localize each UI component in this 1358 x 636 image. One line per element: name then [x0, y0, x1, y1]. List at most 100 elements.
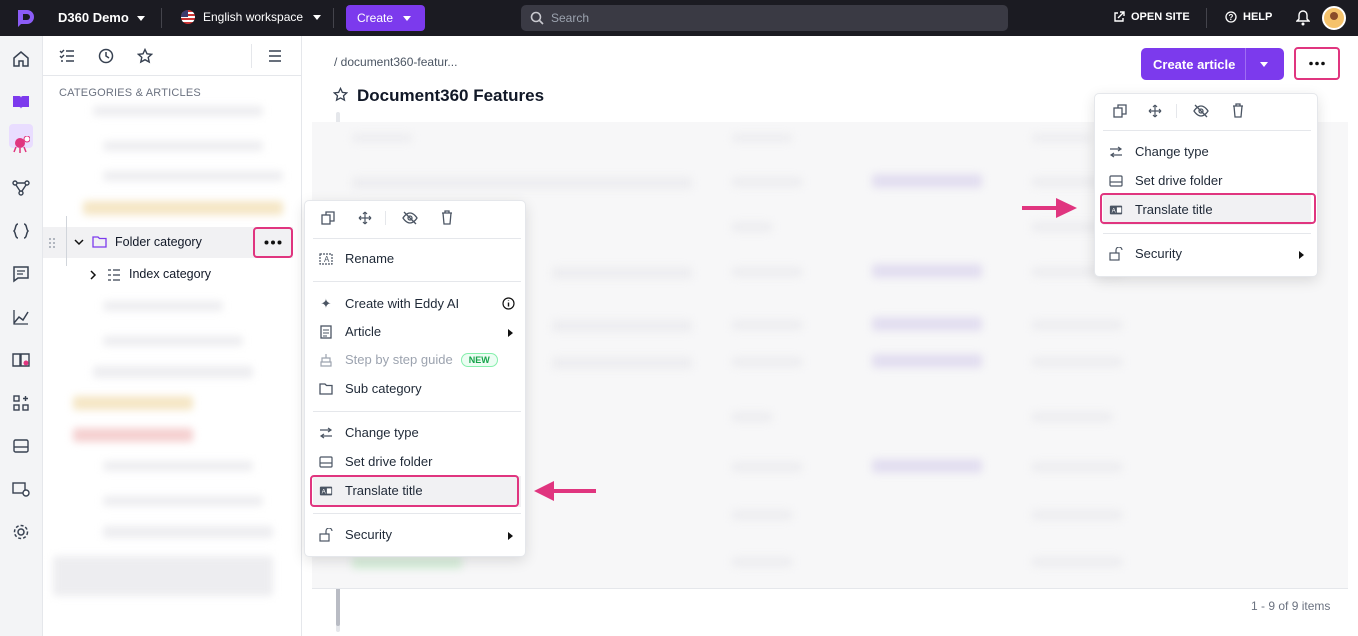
blurred-item [732, 267, 802, 277]
blurred-item [872, 459, 982, 473]
tree-toolbar [43, 36, 302, 76]
analytics-icon[interactable] [12, 308, 30, 326]
table-footer [312, 588, 1348, 624]
menu-item-change-type[interactable]: Change type [319, 425, 419, 440]
workflow-icon[interactable] [12, 179, 30, 197]
gear-icon[interactable] [12, 523, 30, 541]
menu-label: Change type [345, 425, 419, 440]
menu-label: Set drive folder [345, 454, 433, 469]
checklist-icon[interactable] [59, 48, 75, 64]
submenu-arrow-icon [1299, 251, 1304, 259]
tree-item-folder-category[interactable]: Folder category [115, 235, 202, 249]
duplicate-icon[interactable] [321, 211, 335, 225]
blurred-item [93, 366, 253, 378]
page-title: Document360 Features [357, 86, 545, 105]
new-badge: NEW [460, 352, 498, 367]
divider [313, 411, 521, 412]
menu-item-rename[interactable]: A Rename [319, 251, 394, 266]
blurred-item [352, 177, 692, 189]
menu-item-security[interactable]: Security [319, 527, 392, 542]
tree-item-index-category[interactable]: Index category [129, 267, 211, 281]
arrow-annotation [1022, 206, 1058, 210]
code-braces-icon[interactable] [12, 222, 30, 240]
workspace-switcher[interactable]: English workspace [181, 10, 322, 24]
create-article-button[interactable]: Create article [1141, 48, 1284, 80]
divider [313, 238, 521, 239]
hamburger-menu-icon[interactable] [268, 49, 282, 63]
blurred-item [732, 177, 802, 187]
blurred-item [103, 171, 283, 181]
duplicate-icon[interactable] [1113, 104, 1127, 118]
drive-icon[interactable] [12, 437, 30, 455]
swap-icon [1109, 145, 1123, 159]
book-icon[interactable] [12, 93, 30, 111]
trash-icon[interactable] [1232, 103, 1244, 118]
blurred-item [552, 320, 692, 332]
chevron-down-icon[interactable] [1260, 62, 1268, 67]
guide-icon [319, 353, 333, 367]
menu-label: Article [345, 324, 382, 339]
move-icon[interactable] [1148, 104, 1162, 118]
pagination-info: 1 - 9 of 9 items [1251, 599, 1331, 613]
eddy-ai-icon[interactable] [12, 136, 30, 154]
menu-item-security[interactable]: Security [1109, 246, 1182, 261]
article-icon [319, 324, 333, 339]
home-icon[interactable] [12, 50, 30, 68]
highlight-box [1100, 193, 1316, 224]
blurred-item [103, 336, 243, 346]
blurred-item [1032, 462, 1122, 472]
clock-icon[interactable] [98, 48, 114, 64]
svg-text:A: A [324, 255, 330, 264]
portal-settings-icon[interactable] [12, 480, 30, 498]
info-icon[interactable] [502, 297, 515, 310]
create-button[interactable]: Create [346, 5, 425, 31]
blurred-item [732, 222, 772, 232]
more-options-icon[interactable] [264, 240, 282, 245]
divider [313, 513, 521, 514]
star-icon[interactable] [333, 87, 348, 102]
menu-item-set-drive-folder[interactable]: Set drive folder [1109, 173, 1222, 188]
breadcrumb[interactable]: / document360-featur... [334, 55, 457, 69]
menu-item-step-by-step-guide[interactable]: Step by step guide NEW [319, 352, 498, 367]
eye-off-icon[interactable] [1193, 104, 1209, 118]
category-tree-panel: CATEGORIES & ARTICLES Folder category In… [43, 36, 340, 636]
create-label: Create [357, 11, 394, 25]
divider [333, 8, 334, 28]
avatar[interactable] [1322, 6, 1346, 30]
menu-item-change-type[interactable]: Change type [1109, 144, 1209, 159]
blurred-item [1032, 134, 1092, 142]
apps-icon[interactable] [12, 394, 30, 412]
blurred-item [103, 141, 263, 151]
blurred-item [872, 174, 982, 188]
blurred-item [93, 106, 263, 116]
left-nav [0, 36, 43, 636]
project-switcher[interactable]: D360 Demo [58, 10, 145, 25]
chevron-down-icon[interactable] [74, 237, 84, 247]
eye-off-icon[interactable] [402, 211, 418, 225]
arrow-annotation [552, 489, 596, 493]
search-input[interactable]: Search [521, 5, 1008, 31]
menu-item-set-drive-folder[interactable]: Set drive folder [319, 454, 432, 469]
menu-item-article[interactable]: Article [319, 324, 381, 339]
blurred-item [732, 557, 792, 567]
chevron-right-icon[interactable] [89, 270, 97, 280]
drag-handle-icon[interactable] [48, 237, 56, 249]
feedback-icon[interactable] [12, 265, 30, 283]
bell-icon[interactable] [1296, 10, 1310, 26]
menu-item-create-with-eddy-ai[interactable]: ✦ Create with Eddy AI [319, 296, 515, 311]
trash-icon[interactable] [441, 210, 453, 225]
document360-logo-icon[interactable] [14, 7, 36, 29]
blurred-item [1032, 320, 1122, 330]
blurred-item [1032, 357, 1122, 367]
menu-item-sub-category[interactable]: Sub category [319, 381, 422, 396]
more-options-icon[interactable] [1309, 61, 1325, 66]
knowledge-base-icon[interactable] [12, 351, 30, 369]
open-site-link[interactable]: OPEN SITE [1113, 11, 1190, 23]
blurred-item [1032, 412, 1112, 422]
help-link[interactable]: ? HELP [1225, 11, 1272, 23]
chevron-down-icon [136, 16, 145, 22]
star-icon[interactable] [137, 48, 153, 64]
arrow-head [1056, 198, 1077, 218]
sparkle-icon: ✦ [320, 295, 332, 311]
move-icon[interactable] [358, 211, 372, 225]
